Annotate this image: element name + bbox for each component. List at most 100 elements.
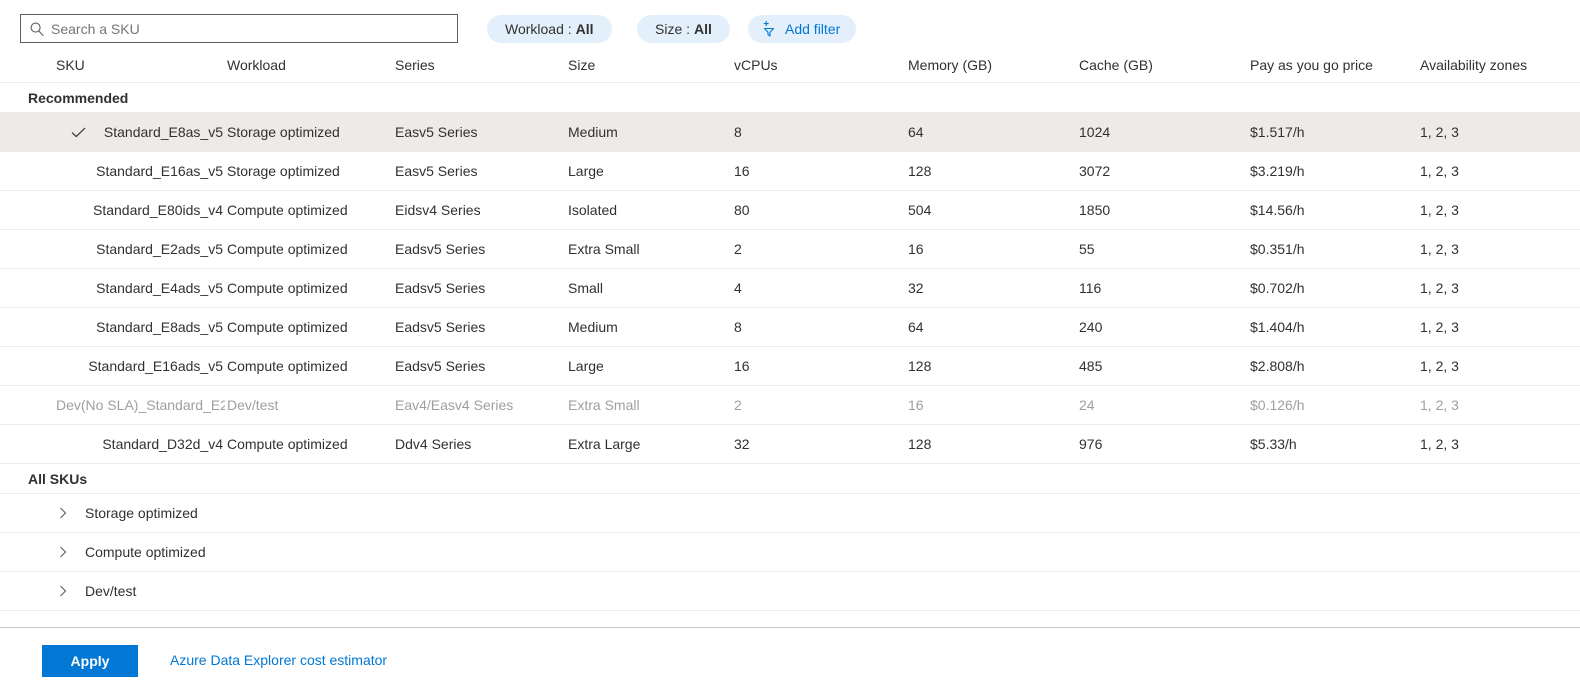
sku-category-row[interactable]: Storage optimized [0,494,1580,533]
cell-series: Easv5 Series [395,124,478,140]
cell-memory: 128 [908,163,932,179]
search-input[interactable] [51,20,431,37]
cell-workload: Compute optimized [227,241,348,257]
group-header-all-skus: All SKUs [0,464,1580,494]
cell-price: $0.702/h [1250,280,1305,296]
cell-workload: Compute optimized [227,280,348,296]
sku-category-label: Storage optimized [85,505,198,521]
cell-price: $0.126/h [1250,397,1305,413]
column-header-memory[interactable]: Memory (GB) [908,57,992,73]
cell-workload: Storage optimized [227,163,340,179]
cell-price: $14.56/h [1250,202,1305,218]
group-header-recommended: Recommended [0,83,1580,113]
cell-price: $3.219/h [1250,163,1305,179]
cell-sku: Standard_E4ads_v5 [96,280,223,296]
cell-cache: 485 [1079,358,1103,374]
cell-series: Easv5 Series [395,163,478,179]
search-box[interactable] [20,14,458,43]
cell-vcpus: 16 [734,358,750,374]
cell-cache: 55 [1079,241,1095,257]
cell-cache: 1850 [1079,202,1111,218]
table-row[interactable]: Standard_E8ads_v5 Compute optimized Eadsv5… [0,308,1580,347]
cell-cache: 116 [1079,280,1102,296]
cell-price: $5.33/h [1250,436,1297,452]
filter-pill-workload-label: Workload : [505,21,572,37]
cell-memory: 64 [908,124,924,140]
cell-zones: 1, 2, 3 [1420,124,1459,140]
cell-cache: 976 [1079,436,1103,452]
cell-workload: Dev/test [227,397,279,413]
chevron-right-icon[interactable] [57,546,69,558]
filter-pill-size[interactable]: Size : All [637,15,730,43]
column-header-workload[interactable]: Workload [227,57,286,73]
cell-size: Large [568,163,604,179]
column-header-series[interactable]: Series [395,57,435,73]
cell-size: Extra Large [568,436,641,452]
cell-vcpus: 16 [734,163,750,179]
column-header-sku[interactable]: SKU [56,57,85,73]
apply-button[interactable]: Apply [42,645,138,677]
search-icon [30,22,44,36]
cell-size: Medium [568,319,618,335]
cell-price: $0.351/h [1250,241,1305,257]
table-row[interactable]: Standard_E4ads_v5 Compute optimized Eadsv5… [0,269,1580,308]
table-row[interactable]: Standard_E2ads_v5 Compute optimized Eadsv5… [0,230,1580,269]
sku-category-label: Compute optimized [85,544,206,560]
cell-sku: Standard_D32d_v4 [102,436,223,452]
cell-sku: Standard_E8as_v5 [103,124,223,140]
column-header-size[interactable]: Size [568,57,595,73]
cell-size: Isolated [568,202,618,218]
sku-category-row[interactable]: Compute optimized [0,533,1580,572]
cell-vcpus: 2 [734,397,742,413]
table-row[interactable]: Standard_E80ids_v4 Compute optimized Eidsv… [0,191,1580,230]
cell-zones: 1, 2, 3 [1420,397,1459,413]
filter-pill-workload[interactable]: Workload : All [487,15,612,43]
table-row[interactable]: Standard_D32d_v4 Compute optimized Ddv4 Se… [0,425,1580,464]
cell-workload: Compute optimized [227,358,348,374]
table-row[interactable]: Standard_E8as_v5 Storage optimized Easv5 S… [0,113,1580,152]
cell-size: Small [568,280,604,296]
cell-series: Eadsv5 Series [395,319,486,335]
cell-memory: 16 [908,241,924,257]
cell-workload: Compute optimized [227,202,348,218]
column-header-vcpus[interactable]: vCPUs [734,57,778,73]
sku-table: SKU Workload Series Size vCPUs Memory (G… [0,50,1580,611]
column-header-price[interactable]: Pay as you go price [1250,57,1373,73]
cell-sku: Standard_E2ads_v5 [96,241,223,257]
chevron-right-icon[interactable] [57,507,69,519]
table-row[interactable]: Standard_E16ads_v5 Compute optimized Eadsv… [0,347,1580,386]
table-body: Standard_E8as_v5 Storage optimized Easv5 S… [0,113,1580,464]
cell-memory: 128 [908,358,932,374]
all-skus-label: All SKUs [28,470,88,487]
cell-zones: 1, 2, 3 [1420,241,1459,257]
filter-pill-workload-value: All [575,21,594,37]
column-header-cache[interactable]: Cache (GB) [1079,57,1153,73]
add-filter-button[interactable]: Add filter [748,15,857,43]
cell-memory: 64 [908,319,924,335]
cell-memory: 16 [908,397,924,413]
sku-category-label: Dev/test [85,583,137,599]
column-header-zones[interactable]: Availability zones [1420,57,1527,73]
cell-vcpus: 8 [734,124,742,140]
toolbar: Workload : All Size : All Add filter [0,0,1580,50]
cell-size: Extra Small [568,241,640,257]
cell-series: Eidsv4 Series [395,202,481,218]
cell-vcpus: 4 [734,280,742,296]
cost-estimator-link[interactable]: Azure Data Explorer cost estimator [170,652,387,668]
filter-pill-size-value: All [694,21,712,37]
cell-size: Medium [568,124,618,140]
footer: Apply Azure Data Explorer cost estimator [0,627,1580,698]
table-row[interactable]: Standard_E16as_v5 Storage optimized Easv5 … [0,152,1580,191]
cell-series: Eadsv5 Series [395,358,486,374]
cell-price: $1.517/h [1250,124,1305,140]
cell-zones: 1, 2, 3 [1420,202,1459,218]
cell-memory: 504 [908,202,932,218]
sku-category-row[interactable]: Dev/test [0,572,1580,611]
cell-size: Extra Small [568,397,640,413]
cell-workload: Storage optimized [227,124,340,140]
chevron-right-icon[interactable] [57,585,69,597]
cell-memory: 128 [908,436,932,452]
cell-cache: 1024 [1079,124,1111,140]
cell-cache: 24 [1079,397,1095,413]
cell-zones: 1, 2, 3 [1420,163,1459,179]
